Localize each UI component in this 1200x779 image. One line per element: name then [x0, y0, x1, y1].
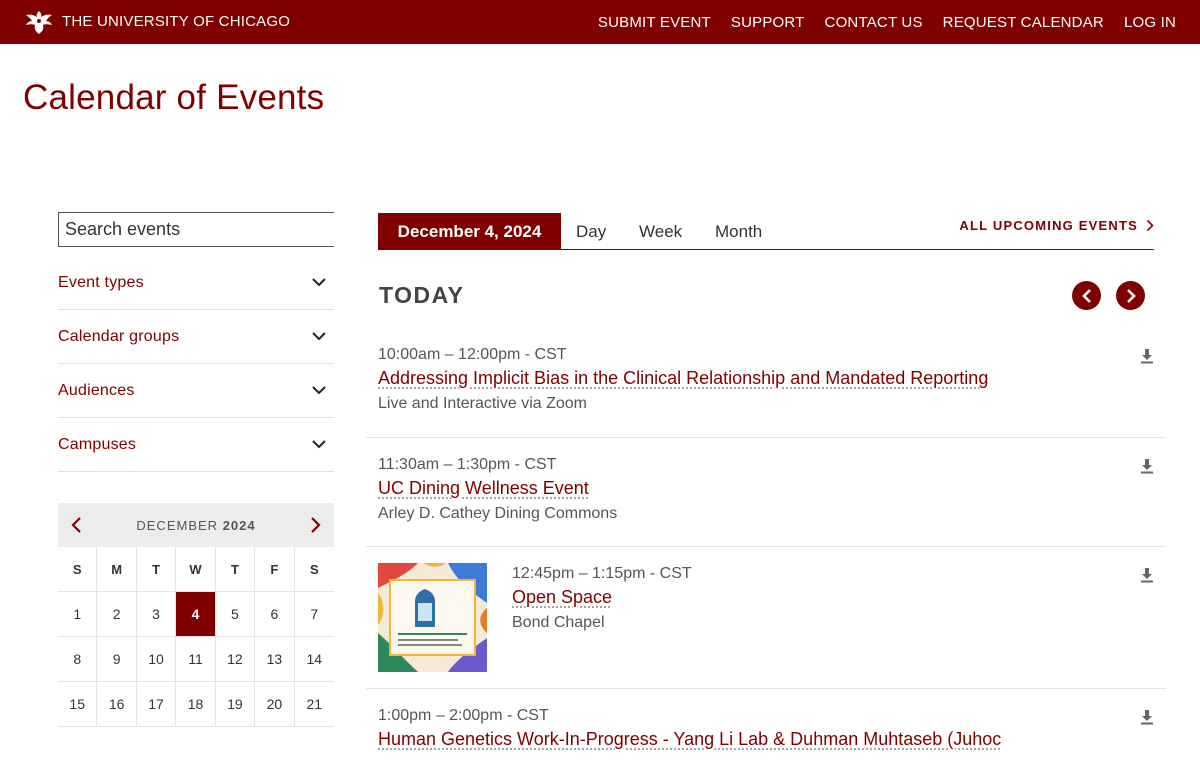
weekday-label: S: [58, 547, 97, 592]
calendar-day[interactable]: 21: [295, 682, 334, 727]
tab-day[interactable]: Day: [576, 222, 606, 242]
event-item: 12:45pm – 1:15pm - CST Open Space Bond C…: [366, 547, 1166, 689]
filter-event-types[interactable]: Event types: [58, 256, 334, 310]
calendar-day-selected[interactable]: 4: [176, 592, 215, 637]
event-item: 1:00pm – 2:00pm - CST Human Genetics Wor…: [366, 689, 1166, 779]
event-location: Arley D. Cathey Dining Commons: [378, 505, 1154, 523]
filter-calendar-groups[interactable]: Calendar groups: [58, 310, 334, 364]
event-title-link[interactable]: UC Dining Wellness Event: [378, 478, 589, 499]
calendar-day[interactable]: 1: [58, 592, 97, 637]
all-upcoming-events-link[interactable]: ALL UPCOMING EVENTS: [959, 218, 1154, 233]
nav-submit-event[interactable]: SUBMIT EVENT: [598, 14, 711, 31]
download-icon[interactable]: [1140, 709, 1154, 725]
next-month-icon[interactable]: [310, 516, 322, 534]
event-time: 1:00pm – 2:00pm - CST: [378, 707, 1154, 725]
prev-day-button[interactable]: [1072, 281, 1101, 310]
calendar-day[interactable]: 13: [255, 637, 294, 682]
event-time: 10:00am – 12:00pm - CST: [378, 346, 1154, 364]
nav-contact-us[interactable]: CONTACT US: [825, 14, 923, 31]
weekday-label: T: [137, 547, 176, 592]
calendar-day[interactable]: 15: [58, 682, 97, 727]
month-label: DECEMBER: [136, 518, 218, 533]
filter-label: Audiences: [58, 382, 135, 400]
day-heading: TODAY: [379, 282, 464, 309]
event-time: 12:45pm – 1:15pm - CST: [512, 565, 1154, 583]
calendar-day[interactable]: 14: [295, 637, 334, 682]
calendar-day[interactable]: 2: [97, 592, 136, 637]
event-list: 10:00am – 12:00pm - CST Addressing Impli…: [366, 330, 1166, 779]
calendar-day[interactable]: 5: [216, 592, 255, 637]
filter-campuses[interactable]: Campuses: [58, 418, 334, 472]
event-thumbnail-image: [378, 563, 487, 672]
search-input[interactable]: [59, 213, 334, 246]
download-icon[interactable]: [1140, 348, 1154, 364]
view-tabs: December 4, 2024 Day Week Month ALL UPCO…: [378, 213, 1154, 250]
filter-label: Event types: [58, 274, 144, 292]
nav-support[interactable]: SUPPORT: [731, 14, 805, 31]
weekday-label: W: [176, 547, 215, 592]
download-icon[interactable]: [1140, 458, 1154, 474]
nav-log-in[interactable]: LOG IN: [1124, 14, 1176, 31]
filter-audiences[interactable]: Audiences: [58, 364, 334, 418]
download-icon[interactable]: [1140, 567, 1154, 583]
calendar-day[interactable]: 7: [295, 592, 334, 637]
calendar-day[interactable]: 16: [97, 682, 136, 727]
calendar-day[interactable]: 6: [255, 592, 294, 637]
weekday-label: S: [295, 547, 334, 592]
calendar-day[interactable]: 18: [176, 682, 215, 727]
current-date-tab[interactable]: December 4, 2024: [378, 213, 561, 250]
filter-label: Campuses: [58, 436, 136, 454]
calendar-day[interactable]: 20: [255, 682, 294, 727]
mini-calendar-title: DECEMBER 2024: [136, 518, 255, 533]
tab-week[interactable]: Week: [639, 222, 682, 242]
event-title-link[interactable]: Addressing Implicit Bias in the Clinical…: [378, 368, 988, 389]
calendar-day[interactable]: 9: [97, 637, 136, 682]
brand-name: THE UNIVERSITY OF CHICAGO: [62, 9, 290, 35]
year-label: 2024: [223, 518, 256, 533]
event-thumbnail[interactable]: [378, 563, 487, 672]
nav-request-calendar[interactable]: REQUEST CALENDAR: [943, 14, 1104, 31]
prev-month-icon[interactable]: [70, 516, 82, 534]
weekday-label: M: [97, 547, 136, 592]
event-location: Live and Interactive via Zoom: [378, 395, 1154, 413]
all-upcoming-label: ALL UPCOMING EVENTS: [959, 218, 1138, 233]
page-title: Calendar of Events: [23, 78, 324, 118]
search-box: [58, 212, 334, 247]
chevron-down-icon: [312, 386, 326, 395]
filter-list: Event types Calendar groups Audiences Ca…: [58, 256, 334, 472]
top-bar: THE UNIVERSITY OF CHICAGO SUBMIT EVENT S…: [0, 0, 1200, 44]
top-nav: SUBMIT EVENT SUPPORT CONTACT US REQUEST …: [578, 0, 1176, 44]
chevron-down-icon: [312, 440, 326, 449]
mini-calendar: DECEMBER 2024 S M T W T F S 1 2 3 4 5 6 …: [58, 503, 334, 727]
event-item: 11:30am – 1:30pm - CST UC Dining Wellnes…: [366, 438, 1166, 547]
calendar-day[interactable]: 19: [216, 682, 255, 727]
event-time: 11:30am – 1:30pm - CST: [378, 456, 1154, 474]
calendar-day[interactable]: 10: [137, 637, 176, 682]
chevron-down-icon: [312, 332, 326, 341]
calendar-day[interactable]: 3: [137, 592, 176, 637]
calendar-day[interactable]: 8: [58, 637, 97, 682]
mini-calendar-grid: S M T W T F S 1 2 3 4 5 6 7 8 9 10 11 12…: [58, 547, 334, 727]
filter-label: Calendar groups: [58, 328, 179, 346]
tab-month[interactable]: Month: [715, 222, 762, 242]
event-title-link[interactable]: Open Space: [512, 587, 612, 608]
calendar-day[interactable]: 17: [137, 682, 176, 727]
chevron-right-icon: [1146, 219, 1154, 232]
next-day-button[interactable]: [1116, 281, 1145, 310]
mini-calendar-header: DECEMBER 2024: [58, 503, 334, 547]
chevron-right-icon: [1125, 288, 1137, 304]
event-item: 10:00am – 12:00pm - CST Addressing Impli…: [366, 330, 1166, 438]
calendar-day[interactable]: 11: [176, 637, 215, 682]
chevron-left-icon: [1081, 288, 1093, 304]
calendar-day[interactable]: 12: [216, 637, 255, 682]
weekday-label: F: [255, 547, 294, 592]
weekday-label: T: [216, 547, 255, 592]
chevron-down-icon: [312, 278, 326, 287]
phoenix-logo-icon: [24, 9, 54, 35]
event-location: Bond Chapel: [512, 614, 1154, 632]
brand[interactable]: THE UNIVERSITY OF CHICAGO: [24, 9, 290, 35]
